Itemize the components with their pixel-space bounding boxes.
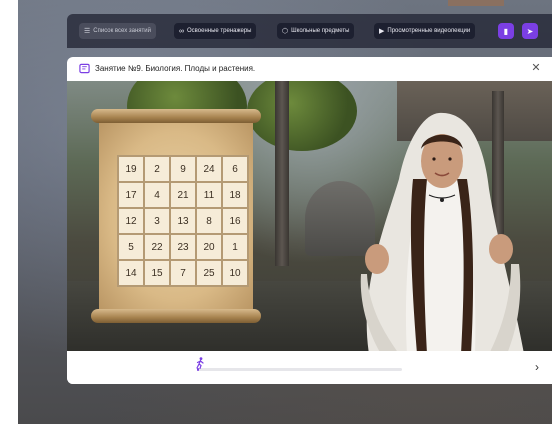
chevron-right-icon: ›	[535, 360, 539, 374]
lesson-header: Занятие №9. Биология. Плоды и растения. …	[67, 57, 552, 81]
scroll-rod-top	[91, 109, 261, 123]
grid-cell: 11	[197, 183, 221, 207]
telegram-button[interactable]: ➤	[522, 23, 538, 39]
close-icon: ✕	[531, 62, 541, 74]
grid-cell: 1	[223, 235, 247, 259]
grid-cell: 15	[145, 261, 169, 285]
infinity-icon: ∞	[179, 27, 184, 35]
presenter-figure	[360, 112, 524, 351]
grid-cell: 10	[223, 261, 247, 285]
grid-cell: 17	[119, 183, 143, 207]
grid-cell: 24	[197, 157, 221, 181]
watched-lectures-button[interactable]: ▶ Просмотренные видеолекции	[374, 23, 476, 39]
scroll-rod-bottom	[91, 309, 261, 323]
grid-cell: 5	[119, 235, 143, 259]
stats-button[interactable]: ▮	[498, 23, 514, 39]
grid-cell: 2	[145, 157, 169, 181]
send-icon: ➤	[526, 26, 534, 36]
top-toolbar: ☰ Список всех занятий ∞ Освоенные тренаж…	[67, 14, 552, 48]
grid-cell: 3	[145, 209, 169, 233]
progress-track[interactable]	[197, 368, 402, 371]
grid-cell: 22	[145, 235, 169, 259]
all-lessons-label: Список всех занятий	[93, 28, 152, 34]
grid-cell: 20	[197, 235, 221, 259]
background-corner	[448, 0, 504, 6]
video-player[interactable]: 19 2 9 24 6 17 4 21 11 18 12 3 13 8 16 5…	[67, 81, 552, 351]
grid-cell: 6	[223, 157, 247, 181]
school-subjects-label: Школьные предметы	[291, 28, 350, 34]
mastered-trainers-label: Освоенные тренажеры	[187, 28, 252, 34]
grid-cell: 7	[171, 261, 195, 285]
grid-cell: 13	[171, 209, 195, 233]
grid-cell: 14	[119, 261, 143, 285]
grid-cell: 25	[197, 261, 221, 285]
wooden-pillar	[275, 81, 289, 266]
grid-cell: 12	[119, 209, 143, 233]
grid-cell: 21	[171, 183, 195, 207]
grid-cell: 16	[223, 209, 247, 233]
school-subjects-button[interactable]: ⬡ Школьные предметы	[277, 23, 355, 39]
video-icon: ▶	[379, 27, 385, 35]
grid-cell: 23	[171, 235, 195, 259]
mastered-trainers-button[interactable]: ∞ Освоенные тренажеры	[174, 23, 257, 39]
lesson-panel: Занятие №9. Биология. Плоды и растения. …	[67, 57, 552, 384]
lesson-title: Занятие №9. Биология. Плоды и растения.	[95, 64, 256, 73]
close-button[interactable]: ✕	[530, 62, 542, 74]
grid-cell: 8	[197, 209, 221, 233]
grid-cell: 9	[171, 157, 195, 181]
grid-cell: 19	[119, 157, 143, 181]
runner-icon[interactable]	[195, 357, 205, 369]
player-controls: ›	[67, 351, 552, 384]
grid-cell: 18	[223, 183, 247, 207]
chart-icon: ▮	[503, 26, 509, 36]
grid-cell: 4	[145, 183, 169, 207]
parchment-scroll: 19 2 9 24 6 17 4 21 11 18 12 3 13 8 16 5…	[91, 109, 261, 323]
next-button[interactable]: ›	[530, 360, 544, 374]
list-icon: ☰	[84, 27, 91, 35]
book-icon	[79, 63, 90, 74]
all-lessons-button[interactable]: ☰ Список всех занятий	[79, 23, 157, 39]
cube-icon: ⬡	[282, 27, 289, 35]
watched-lectures-label: Просмотренные видеолекции	[387, 28, 471, 34]
number-grid: 19 2 9 24 6 17 4 21 11 18 12 3 13 8 16 5…	[117, 155, 249, 287]
